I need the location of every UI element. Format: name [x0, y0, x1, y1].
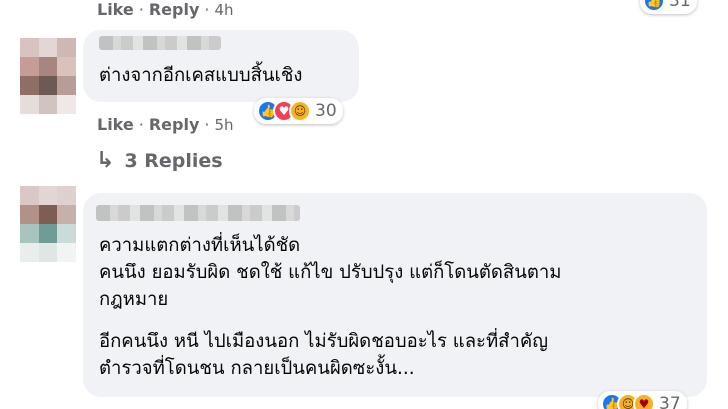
reply-arrow-icon: ↳	[96, 148, 115, 173]
reply-link[interactable]: Reply	[149, 115, 200, 134]
separator-dot: ·	[138, 115, 144, 134]
comment-bubble: ความแตกต่างที่เห็นได้ชัด คนนึง ยอมรับผิด…	[83, 193, 707, 397]
comment-actions: Like · Reply · 5h	[97, 115, 234, 134]
view-replies-link[interactable]: ↳ 3 Replies	[96, 148, 223, 173]
reaction-count: 31	[669, 0, 691, 11]
commenter-name[interactable]	[96, 205, 300, 221]
reply-link[interactable]: Reply	[149, 0, 200, 19]
reaction-summary[interactable]: 👍 ♥ ☺ 30	[254, 98, 343, 124]
like-icon: 👍	[643, 0, 665, 12]
reaction-count: 30	[315, 101, 337, 121]
reaction-summary[interactable]: 👍 ☺ ♥ 37	[598, 391, 687, 409]
haha-icon: ☺	[289, 100, 311, 122]
comment-line: ความแตกต่างที่เห็นได้ชัด	[99, 235, 301, 256]
replies-label: 3 Replies	[124, 149, 223, 172]
comment-line: ตำรวจที่โดนชน กลายเป็นคนผิดซะงั้น...	[99, 358, 415, 379]
comment-paragraph: ความแตกต่างที่เห็นได้ชัด คนนึง ยอมรับผิด…	[99, 232, 561, 313]
comment-line: กฎหมาย	[99, 289, 169, 310]
comment-line: อีกคนนึง หนี ไปเมืองนอก ไม่รับผิดชอบอะไร…	[99, 331, 548, 352]
comment-paragraph: อีกคนนึง หนี ไปเมืองนอก ไม่รับผิดชอบอะไร…	[99, 328, 548, 382]
separator-dot: ·	[204, 0, 210, 19]
reaction-count: 37	[659, 394, 681, 409]
like-link[interactable]: Like	[97, 0, 134, 19]
reaction-summary[interactable]: 👍 31	[640, 0, 697, 14]
comment-line: คนนึง ยอมรับผิด ชดใช้ แก้ไข ปรับปรุง แต่…	[99, 262, 562, 283]
comment-bubble: ต่างจากอีกเคสแบบสิ้นเชิง	[83, 30, 359, 102]
comment-actions: Like · Reply · 4h	[97, 0, 234, 19]
like-link[interactable]: Like	[97, 115, 134, 134]
commenter-name[interactable]	[99, 36, 221, 50]
separator-dot: ·	[138, 0, 144, 19]
care-icon: ♥	[633, 393, 655, 409]
separator-dot: ·	[204, 115, 210, 134]
timestamp[interactable]: 4h	[214, 1, 233, 19]
avatar[interactable]	[20, 38, 76, 114]
avatar[interactable]	[20, 186, 76, 262]
timestamp[interactable]: 5h	[214, 116, 233, 134]
comment-text: ต่างจากอีกเคสแบบสิ้นเชิง	[99, 65, 303, 86]
